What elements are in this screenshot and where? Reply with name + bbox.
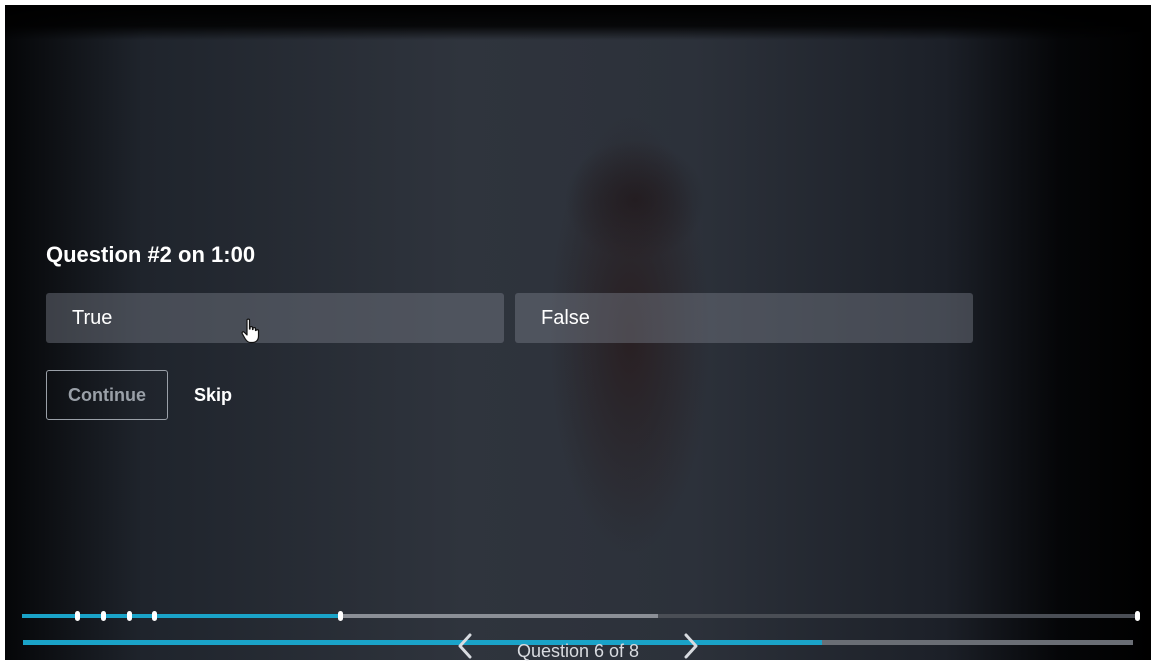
video-player[interactable]: Question #2 on 1:00 True False Continue … (5, 5, 1151, 660)
answer-option-false[interactable]: False (515, 293, 973, 343)
question-counter: Question 6 of 8 (516, 641, 640, 661)
chevron-right-icon[interactable] (679, 632, 703, 660)
timeline-played (22, 614, 341, 618)
answer-option-true[interactable]: True (46, 293, 504, 343)
question-navigation: Question 6 of 8 (453, 633, 703, 661)
question-progress-bar: Question 6 of 8 (23, 633, 1133, 661)
timeline-question-marker[interactable] (1134, 611, 1140, 621)
timeline-question-marker[interactable] (152, 611, 158, 621)
hand-pointer-icon (241, 318, 260, 344)
question-title: Question #2 on 1:00 (46, 242, 256, 267)
chevron-left-icon[interactable] (453, 632, 477, 660)
timeline-question-marker[interactable] (100, 611, 106, 621)
timeline-question-marker[interactable] (126, 611, 132, 621)
screenshot-frame: Question #2 on 1:00 True False Continue … (0, 0, 1155, 661)
answer-options: True False (46, 293, 976, 343)
timeline-question-marker[interactable] (338, 611, 344, 621)
quiz-actions: Continue Skip (46, 370, 346, 422)
video-timeline[interactable] (22, 608, 1142, 624)
skip-button[interactable]: Skip (194, 370, 232, 420)
quiz-overlay: Question #2 on 1:00 True False Continue … (46, 240, 976, 420)
timeline-question-marker[interactable] (75, 611, 81, 621)
continue-button[interactable]: Continue (46, 370, 168, 420)
